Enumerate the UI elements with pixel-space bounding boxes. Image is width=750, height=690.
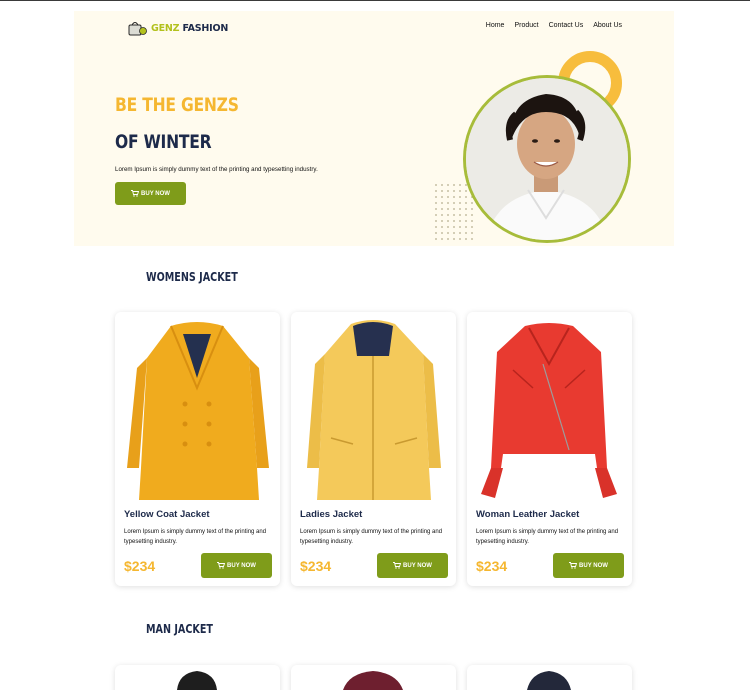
product-description: Lorem Ipsum is simply dummy text of the … — [476, 529, 619, 545]
hero-description: Lorem Ipsum is simply dummy text of the … — [115, 166, 318, 173]
product-card[interactable] — [115, 665, 280, 690]
mens-section-title: MAN JACKET — [146, 622, 213, 636]
cart-icon — [569, 562, 578, 569]
maroon-jacket-image — [343, 671, 403, 690]
product-description: Lorem Ipsum is simply dummy text of the … — [300, 529, 443, 545]
product-card[interactable] — [291, 665, 456, 690]
cart-icon — [131, 190, 140, 197]
dot-pattern-decoration — [433, 182, 473, 244]
product-name: Ladies Jacket — [300, 509, 363, 520]
leather-jacket-image — [481, 323, 617, 498]
hero-title-line2: OF WINTER — [115, 131, 212, 153]
buy-now-button[interactable]: BUY NOW — [377, 553, 448, 578]
buy-now-label: BUY NOW — [579, 562, 608, 569]
yellow-coat-image — [127, 322, 269, 500]
ladies-jacket-image — [307, 320, 441, 500]
product-price: $234 — [124, 558, 156, 574]
cart-icon — [217, 562, 226, 569]
product-price: $234 — [476, 558, 508, 574]
nav-about-us[interactable]: About Us — [593, 22, 622, 29]
buy-now-button[interactable]: BUY NOW — [201, 553, 272, 578]
product-description: Lorem Ipsum is simply dummy text of the … — [124, 529, 267, 545]
product-card[interactable] — [467, 665, 632, 690]
hero-buy-now-button[interactable]: BUY NOW — [115, 182, 186, 205]
womens-section-title: WOMENS JACKET — [146, 270, 238, 284]
nav-product[interactable]: Product — [514, 22, 538, 29]
cart-icon — [393, 562, 402, 569]
black-jacket-image — [177, 671, 217, 690]
buy-now-button[interactable]: BUY NOW — [553, 553, 624, 578]
main-nav: Home Product Contact Us About Us — [486, 22, 622, 29]
model-portrait-image — [463, 75, 631, 243]
product-card[interactable]: Yellow Coat Jacket Lorem Ipsum is simply… — [115, 312, 280, 586]
brand-name-part1: GENZ — [151, 22, 180, 34]
hero-title-line1: BE THE GENZS — [115, 94, 239, 116]
nav-contact-us[interactable]: Contact Us — [549, 22, 584, 29]
product-name: Woman Leather Jacket — [476, 509, 580, 520]
nav-home[interactable]: Home — [486, 22, 505, 29]
product-card[interactable]: Ladies Jacket Lorem Ipsum is simply dumm… — [291, 312, 456, 586]
product-price: $234 — [300, 558, 332, 574]
product-name: Yellow Coat Jacket — [124, 509, 210, 520]
top-border — [0, 0, 750, 1]
brand-logo[interactable]: GENZ FASHION — [126, 20, 228, 36]
navy-jacket-image — [527, 671, 571, 690]
hero-buy-now-label: BUY NOW — [141, 190, 170, 197]
product-card[interactable]: Woman Leather Jacket Lorem Ipsum is simp… — [467, 312, 632, 586]
buy-now-label: BUY NOW — [403, 562, 432, 569]
buy-now-label: BUY NOW — [227, 562, 256, 569]
shopping-bag-icon — [128, 22, 147, 36]
brand-name-part2: FASHION — [182, 22, 229, 34]
hero-section: GENZ FASHION Home Product Contact Us Abo… — [74, 11, 674, 246]
